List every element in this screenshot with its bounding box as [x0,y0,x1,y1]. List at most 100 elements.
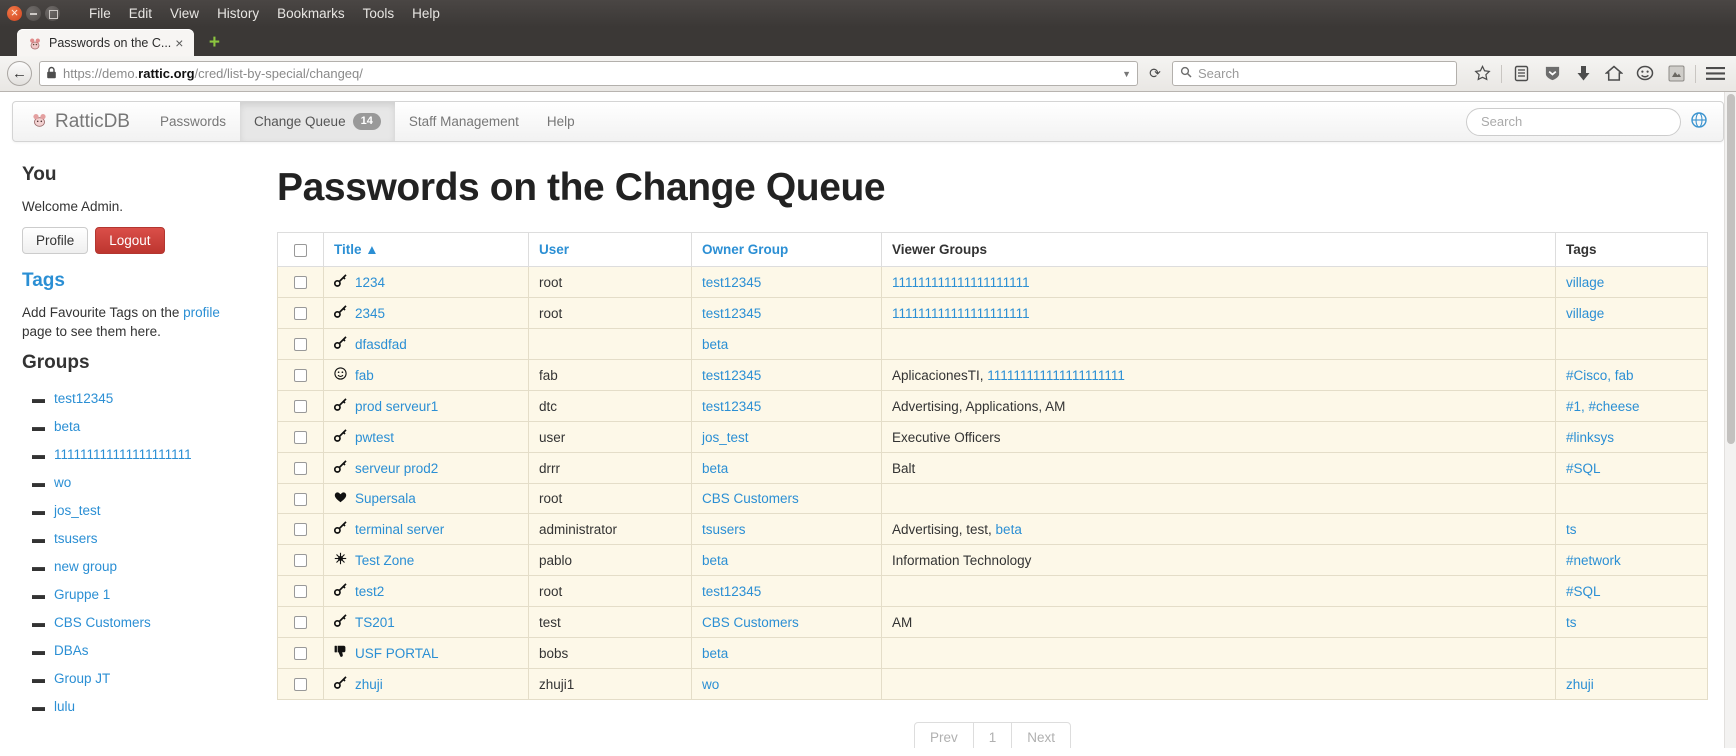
home-icon[interactable] [1600,60,1628,88]
row-checkbox[interactable] [294,431,307,444]
tag-link[interactable]: ts [1566,522,1577,537]
row-checkbox[interactable] [294,338,307,351]
pagination-next[interactable]: Next [1011,722,1071,748]
download-icon[interactable] [1569,60,1597,88]
viewer-group-link[interactable]: 111111111111111111111 [892,275,1030,290]
window-minimize-icon[interactable] [26,6,41,21]
row-checkbox[interactable] [294,616,307,629]
window-maximize-icon[interactable] [45,6,60,21]
row-select-cell[interactable] [278,267,324,298]
reader-list-icon[interactable] [1507,60,1535,88]
credential-title-link[interactable]: pwtest [355,430,394,445]
row-checkbox[interactable] [294,307,307,320]
menu-tools[interactable]: Tools [354,4,404,23]
owner-group-link[interactable]: jos_test [702,430,749,445]
tab-close-icon[interactable]: × [171,36,187,50]
addon-icon[interactable] [1662,60,1690,88]
row-select-cell[interactable] [278,422,324,453]
viewer-group-link[interactable]: 111111111111111111111 [987,368,1125,383]
sidebar-group-link[interactable]: 111111111111111111111 [54,447,192,462]
new-tab-button[interactable]: + [201,29,227,56]
shield-icon[interactable] [1538,60,1566,88]
credential-title-link[interactable]: Supersala [355,491,416,506]
owner-group-link[interactable]: test12345 [702,368,761,383]
row-checkbox[interactable] [294,678,307,691]
tag-link[interactable]: #1, #cheese [1566,399,1640,414]
nav-staff-management[interactable]: Staff Management [395,102,533,141]
sidebar-group-link[interactable]: beta [54,419,80,434]
select-all-checkbox[interactable] [294,244,307,257]
menu-file[interactable]: File [80,4,120,23]
row-select-cell[interactable] [278,638,324,669]
sidebar-tags-heading[interactable]: Tags [22,270,241,292]
owner-group-link[interactable]: beta [702,553,728,568]
chat-icon[interactable] [1631,60,1659,88]
sidebar-group-link[interactable]: Gruppe 1 [54,587,110,602]
owner-group-link[interactable]: test12345 [702,399,761,414]
owner-group-link[interactable]: test12345 [702,584,761,599]
credential-title-link[interactable]: prod serveur1 [355,399,438,414]
tag-link[interactable]: zhuji [1566,677,1594,692]
row-checkbox[interactable] [294,585,307,598]
row-checkbox[interactable] [294,400,307,413]
viewer-group-link[interactable]: 111111111111111111111 [892,306,1030,321]
tag-link[interactable]: #linksys [1566,430,1614,445]
owner-group-link[interactable]: beta [702,461,728,476]
app-search-input[interactable]: Search [1466,108,1681,136]
tag-link[interactable]: village [1566,275,1604,290]
tag-link[interactable]: #network [1566,553,1621,568]
window-close-icon[interactable] [7,6,22,21]
reload-icon[interactable]: ⟳ [1143,61,1167,86]
sidebar-group-link[interactable]: Group JT [54,671,110,686]
credential-title-link[interactable]: serveur prod2 [355,461,438,476]
nav-passwords[interactable]: Passwords [146,102,240,141]
row-checkbox[interactable] [294,554,307,567]
column-header-owner-group[interactable]: Owner Group [692,233,882,267]
owner-group-link[interactable]: test12345 [702,275,761,290]
owner-group-link[interactable]: wo [702,677,719,692]
row-checkbox[interactable] [294,369,307,382]
logout-button[interactable]: Logout [95,227,164,254]
bookmark-star-icon[interactable] [1468,60,1496,88]
row-select-cell[interactable] [278,360,324,391]
column-header-user[interactable]: User [529,233,692,267]
tag-link[interactable]: #SQL [1566,461,1601,476]
tag-link[interactable]: #SQL [1566,584,1601,599]
credential-title-link[interactable]: fab [355,368,374,383]
viewer-group-link[interactable]: beta [996,522,1022,537]
credential-title-link[interactable]: USF PORTAL [355,646,439,661]
row-checkbox[interactable] [294,647,307,660]
menu-bookmarks[interactable]: Bookmarks [268,4,354,23]
row-select-cell[interactable] [278,545,324,576]
row-checkbox[interactable] [294,462,307,475]
row-select-cell[interactable] [278,391,324,422]
url-bar[interactable]: https://demo.rattic.org/cred/list-by-spe… [39,61,1138,86]
url-dropdown-icon[interactable]: ▼ [1122,69,1131,79]
credential-title-link[interactable]: test2 [355,584,384,599]
sidebar-group-link[interactable]: wo [54,475,71,490]
row-select-cell[interactable] [278,329,324,360]
hamburger-menu-icon[interactable] [1701,60,1729,88]
globe-icon[interactable] [1691,112,1707,132]
nav-help[interactable]: Help [533,102,589,141]
row-checkbox[interactable] [294,523,307,536]
sidebar-group-link[interactable]: DBAs [54,643,89,658]
sidebar-group-link[interactable]: new group [54,559,117,574]
nav-change-queue[interactable]: Change Queue 14 [240,102,395,141]
tag-link[interactable]: ts [1566,615,1577,630]
credential-title-link[interactable]: 1234 [355,275,385,290]
tag-link[interactable]: village [1566,306,1604,321]
sidebar-group-link[interactable]: jos_test [54,503,101,518]
owner-group-link[interactable]: beta [702,337,728,352]
profile-button[interactable]: Profile [22,227,88,254]
sidebar-group-link[interactable]: tsusers [54,531,98,546]
tags-profile-link[interactable]: profile [183,305,220,320]
credential-title-link[interactable]: TS201 [355,615,395,630]
browser-search-bar[interactable]: Search [1172,61,1457,86]
credential-title-link[interactable]: zhuji [355,677,383,692]
sidebar-group-link[interactable]: CBS Customers [54,615,151,630]
menu-edit[interactable]: Edit [120,4,161,23]
pagination-page-1[interactable]: 1 [973,722,1013,748]
owner-group-link[interactable]: CBS Customers [702,491,799,506]
column-header-title[interactable]: Title ▲ [324,233,529,267]
